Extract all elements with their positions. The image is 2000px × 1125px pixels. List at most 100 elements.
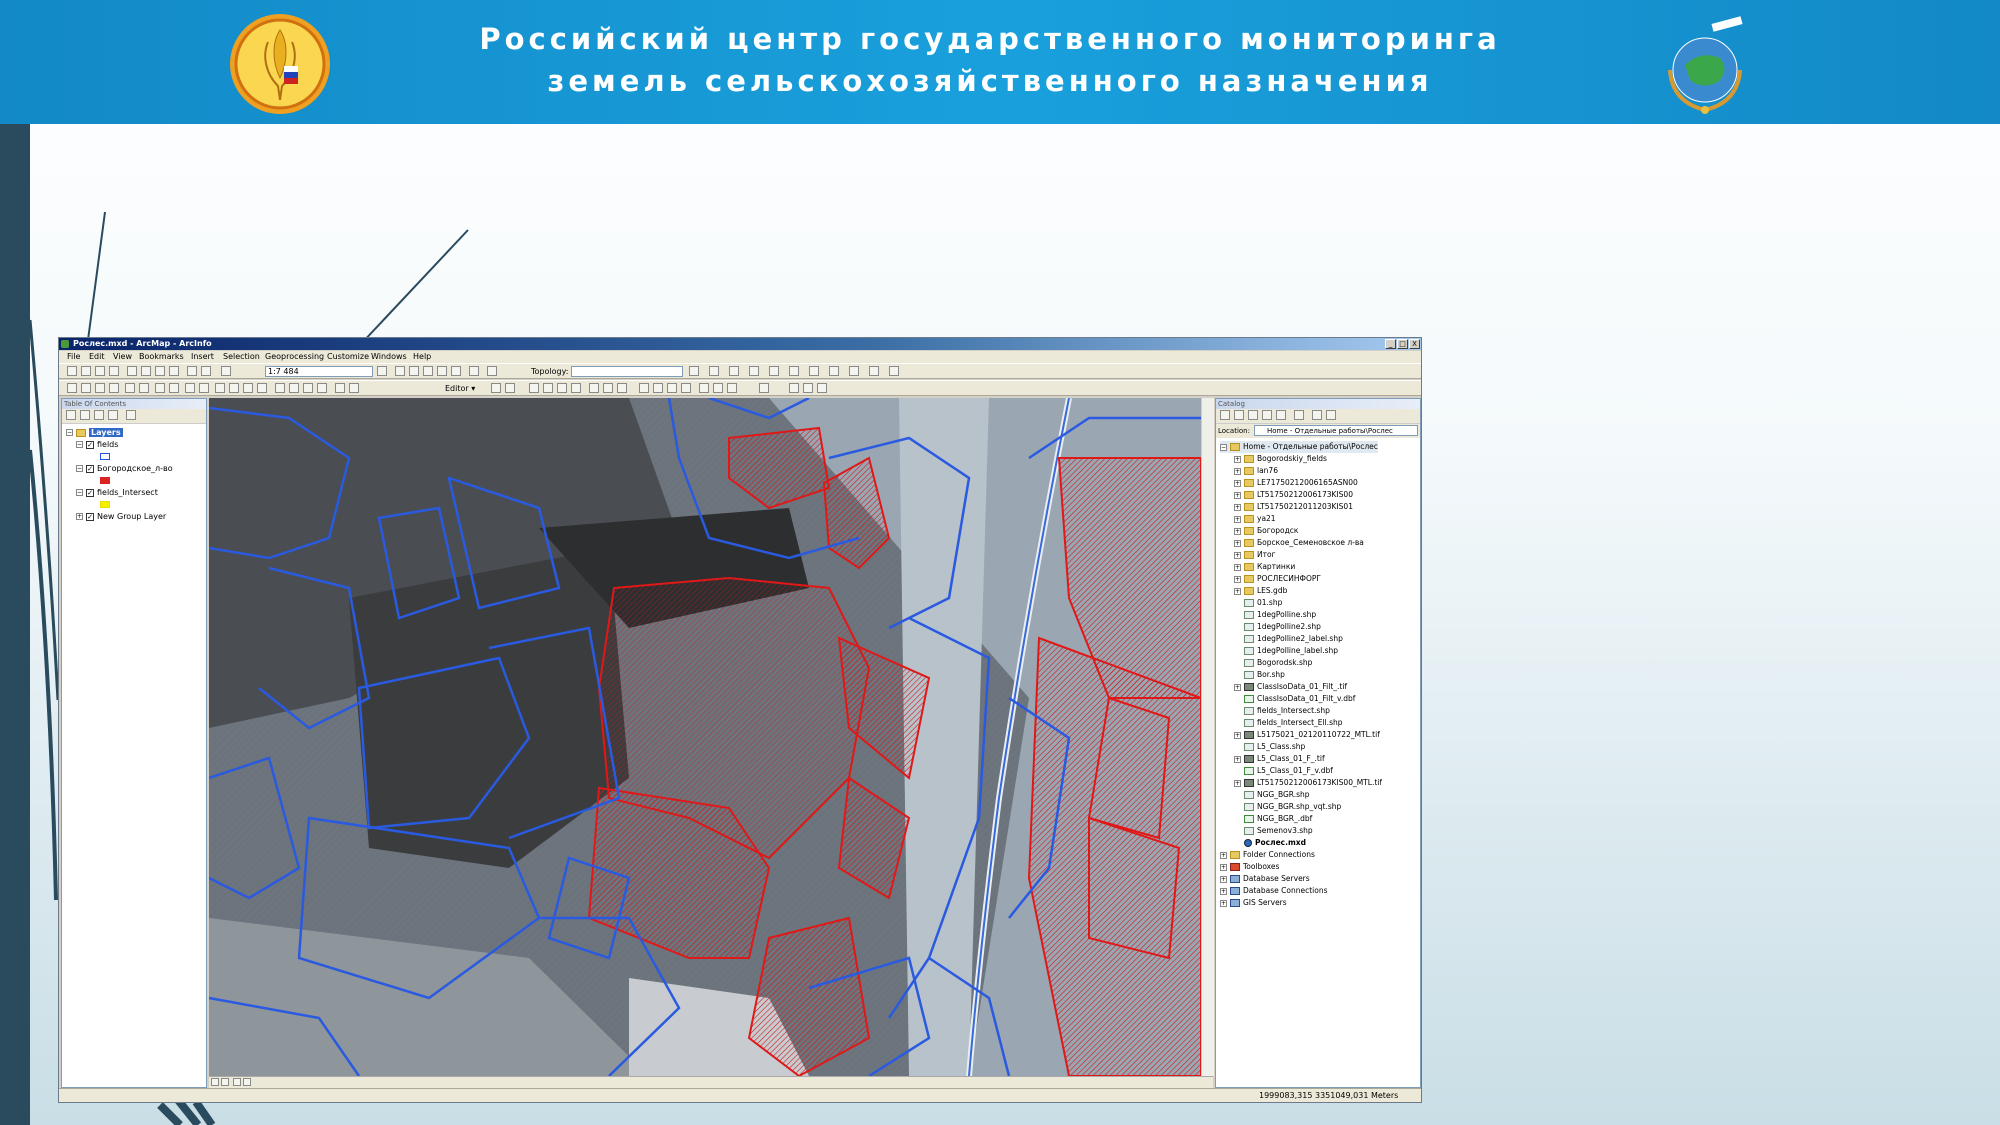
zoom-out-icon[interactable] xyxy=(81,383,91,393)
catalog-item[interactable]: L5_Class.shp xyxy=(1234,741,1305,753)
editor-toolbar-icon[interactable] xyxy=(377,366,387,376)
catalog-item[interactable]: − Home - Отдельные работы\Рослес xyxy=(1220,441,1378,453)
model-builder-icon[interactable] xyxy=(469,366,479,376)
menu-help[interactable]: Help xyxy=(413,352,431,361)
contrast-icon[interactable] xyxy=(667,383,677,393)
python-window-icon[interactable] xyxy=(451,366,461,376)
layer-symbol-red[interactable] xyxy=(100,477,110,484)
align-edge-icon[interactable] xyxy=(869,366,879,376)
shared-edge-icon[interactable] xyxy=(789,366,799,376)
expand-icon[interactable]: + xyxy=(1220,863,1227,871)
delete-icon[interactable] xyxy=(169,366,179,376)
toc-layer-fields-intersect[interactable]: − ✓ fields_Intersect xyxy=(76,488,158,498)
collapse-icon[interactable]: − xyxy=(76,489,83,496)
toc-layer-new-group[interactable]: + ✓ New Group Layer xyxy=(76,512,166,522)
open-icon[interactable] xyxy=(81,366,91,376)
effects-icon[interactable] xyxy=(589,383,599,393)
copy-icon[interactable] xyxy=(141,366,151,376)
catalog-item[interactable]: + ClassIsoData_01_Filt_.tif xyxy=(1234,681,1347,693)
list-by-visibility-icon[interactable] xyxy=(94,410,104,420)
georef-rotate-icon[interactable] xyxy=(543,383,553,393)
catalog-item[interactable]: + LE71750212006165ASN00 xyxy=(1234,477,1358,489)
catalog-item[interactable]: Bogorodsk.shp xyxy=(1234,657,1312,669)
menu-selection[interactable]: Selection xyxy=(223,352,260,361)
zoom-page-icon[interactable] xyxy=(713,383,723,393)
html-popup-icon[interactable] xyxy=(257,383,267,393)
undo-icon[interactable] xyxy=(187,366,197,376)
expand-icon[interactable]: + xyxy=(76,513,83,520)
collapse-icon[interactable]: − xyxy=(66,429,73,436)
catalog-item[interactable]: + Итог xyxy=(1234,549,1276,561)
brightness-icon[interactable] xyxy=(681,383,691,393)
map-scale-input[interactable]: 1:7 484 xyxy=(265,366,373,377)
catalog-item[interactable]: 1degPolline_label.shp xyxy=(1234,645,1338,657)
catalog-item[interactable]: + Богородск xyxy=(1234,525,1298,537)
expand-icon[interactable]: + xyxy=(1234,563,1241,571)
layer-visibility-checkbox[interactable]: ✓ xyxy=(86,464,94,473)
forward-arrow-icon[interactable] xyxy=(1234,410,1244,420)
menu-view[interactable]: View xyxy=(113,352,132,361)
minimize-button[interactable]: _ xyxy=(1385,339,1396,349)
validate-icon[interactable] xyxy=(729,366,739,376)
location-input[interactable]: Home - Отдельные работы\Рослес xyxy=(1254,425,1418,436)
layer-symbol-yellow[interactable] xyxy=(100,501,110,508)
expand-icon[interactable]: + xyxy=(1234,515,1241,523)
expand-icon[interactable]: + xyxy=(1234,587,1241,595)
catalog-item[interactable]: ClassIsoData_01_Filt_v.dbf xyxy=(1234,693,1355,705)
topology-tool-icon[interactable] xyxy=(689,366,699,376)
full-extent-icon[interactable] xyxy=(109,383,119,393)
clear-selection-icon[interactable] xyxy=(199,383,209,393)
catalog-item[interactable]: + Картинки xyxy=(1234,561,1295,573)
layer-symbol-blue[interactable] xyxy=(100,453,110,460)
catalog-item[interactable]: Рослес.mxd xyxy=(1234,837,1306,849)
expand-icon[interactable]: + xyxy=(1234,527,1241,535)
catalog-item[interactable]: + Database Servers xyxy=(1220,873,1310,885)
collapse-icon[interactable]: − xyxy=(76,465,83,472)
save-icon[interactable] xyxy=(95,366,105,376)
expand-icon[interactable]: + xyxy=(1220,887,1227,895)
catalog-options-icon[interactable] xyxy=(1326,410,1336,420)
menu-bookmarks[interactable]: Bookmarks xyxy=(139,352,184,361)
select-features-icon[interactable] xyxy=(185,383,195,393)
time-slider-icon[interactable] xyxy=(335,383,345,393)
connect-folder-icon[interactable] xyxy=(1276,410,1286,420)
catalog-item[interactable]: + Bogorodskiy_fields xyxy=(1234,453,1327,465)
fixed-zoom-out-icon[interactable] xyxy=(139,383,149,393)
draw-text-icon[interactable] xyxy=(803,383,813,393)
maximize-button[interactable]: □ xyxy=(1397,339,1408,349)
list-by-source-icon[interactable] xyxy=(80,410,90,420)
rubbersheet-icon[interactable] xyxy=(889,366,899,376)
draw-line-icon[interactable] xyxy=(817,383,827,393)
home-folder-icon[interactable] xyxy=(1262,410,1272,420)
select-elements-icon[interactable] xyxy=(215,383,225,393)
expand-icon[interactable]: + xyxy=(1234,455,1241,463)
measure-icon[interactable] xyxy=(275,383,285,393)
catalog-item[interactable]: + L5_Class_01_F_.tif xyxy=(1234,753,1325,765)
flicker-icon[interactable] xyxy=(617,383,627,393)
back-arrow-icon[interactable] xyxy=(1220,410,1230,420)
refresh-icon[interactable] xyxy=(233,1078,241,1086)
histogram-icon[interactable] xyxy=(653,383,663,393)
georef-layer-icon[interactable] xyxy=(529,383,539,393)
georef-scale-icon[interactable] xyxy=(571,383,581,393)
expand-icon[interactable]: + xyxy=(1234,467,1241,475)
data-view-icon[interactable] xyxy=(211,1078,219,1086)
expand-icon[interactable]: + xyxy=(1234,491,1241,499)
collapse-icon[interactable]: − xyxy=(1220,443,1227,451)
hyperlink-icon[interactable] xyxy=(243,383,253,393)
topology-edit-icon[interactable] xyxy=(709,366,719,376)
construct-icon[interactable] xyxy=(809,366,819,376)
pause-drawing-icon[interactable] xyxy=(243,1078,251,1086)
catalog-item[interactable]: 1degPolline2_label.shp xyxy=(1234,633,1343,645)
layer-visibility-checkbox[interactable]: ✓ xyxy=(86,512,94,521)
expand-icon[interactable]: + xyxy=(1234,575,1241,583)
find-icon[interactable] xyxy=(289,383,299,393)
catalog-item[interactable]: + Toolboxes xyxy=(1220,861,1279,873)
layout-page-icon[interactable] xyxy=(699,383,709,393)
image-analysis-icon[interactable] xyxy=(639,383,649,393)
print-icon[interactable] xyxy=(109,366,119,376)
expand-icon[interactable]: + xyxy=(1234,755,1241,763)
toc-options-icon[interactable] xyxy=(126,410,136,420)
catalog-item[interactable]: L5_Class_01_F_v.dbf xyxy=(1234,765,1333,777)
back-icon[interactable] xyxy=(155,383,165,393)
